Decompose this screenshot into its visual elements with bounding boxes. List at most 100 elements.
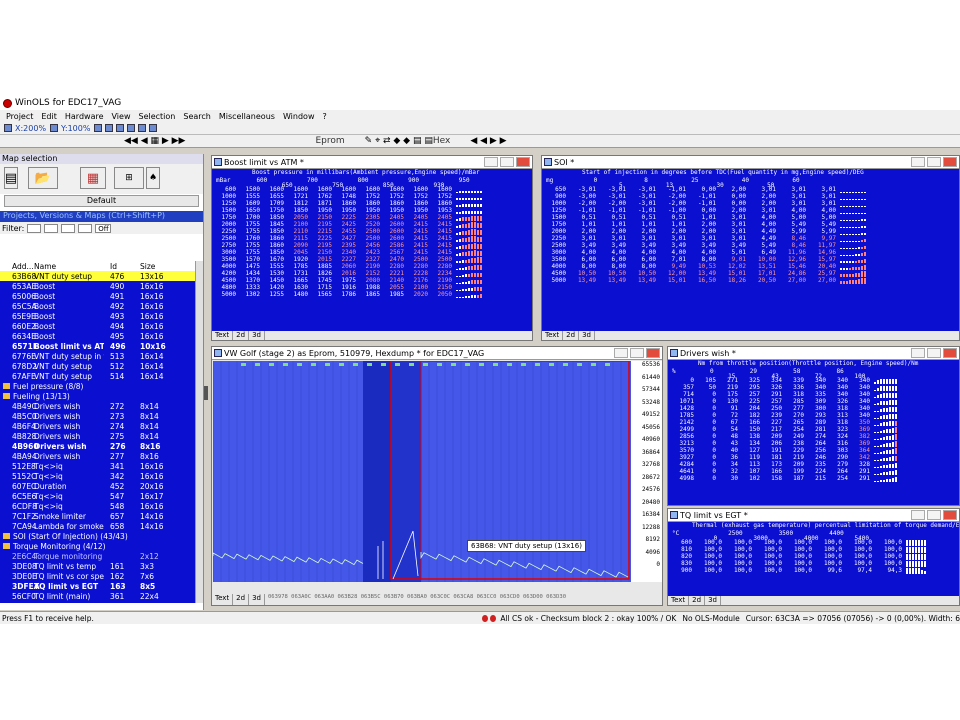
- map-cell[interactable]: 3,01: [778, 193, 808, 200]
- map-cell[interactable]: 2150: [430, 284, 454, 291]
- map-cell[interactable]: -2,00: [658, 193, 688, 200]
- map-cell[interactable]: 4,00: [658, 249, 688, 256]
- table-row[interactable]: 1071 0 130 225 257 285 309 326 340: [668, 398, 900, 405]
- col-address[interactable]: Add...: [0, 262, 34, 271]
- map-cell[interactable]: 2415: [406, 221, 430, 228]
- map-cell[interactable]: -1,01: [568, 207, 598, 214]
- map-cell[interactable]: 3,49: [568, 242, 598, 249]
- map-cell[interactable]: 1953: [430, 207, 454, 214]
- map-cell[interactable]: 2150: [310, 214, 334, 221]
- zoom-icon[interactable]: [50, 124, 59, 132]
- minimize-button[interactable]: [911, 510, 925, 520]
- map-cell[interactable]: 289: [806, 419, 828, 426]
- map-cell[interactable]: 9,49: [658, 263, 688, 270]
- map-cell[interactable]: 1885: [310, 263, 334, 270]
- map-cell[interactable]: 1760: [238, 235, 262, 242]
- map-cell[interactable]: 1333: [238, 284, 262, 291]
- map-cell[interactable]: 1745: [310, 277, 334, 284]
- table-row[interactable]: 3000 4,00 4,00 4,00 4,00 4,00 5,01 6,49 11,96 14,…: [542, 249, 869, 256]
- map-cell[interactable]: 2,00: [748, 200, 778, 207]
- table-row[interactable]: 3570 0 40 127 191 229 256 303 364: [668, 447, 900, 454]
- map-cell[interactable]: 100,0: [814, 546, 844, 553]
- map-cell[interactable]: 340: [850, 384, 872, 391]
- map-cell[interactable]: 8,00: [568, 263, 598, 270]
- table-row[interactable]: 1750 1700 1850 2050 2150 2225 2305 2405 2405 2405: [212, 214, 485, 221]
- map-cell[interactable]: 119: [740, 454, 762, 461]
- map-cell[interactable]: 2215: [310, 228, 334, 235]
- map-cell[interactable]: 4,00: [568, 249, 598, 256]
- map-cell[interactable]: 209: [784, 461, 806, 468]
- map-cell[interactable]: 2415: [430, 221, 454, 228]
- map-cell[interactable]: 3,01: [718, 214, 748, 221]
- map-cell[interactable]: 2234: [430, 270, 454, 277]
- map-cell[interactable]: 328: [850, 461, 872, 468]
- map-cell[interactable]: 100,0: [814, 560, 844, 567]
- maximize-button[interactable]: [927, 348, 941, 358]
- map-cell[interactable]: 100,0: [874, 546, 904, 553]
- table-row[interactable]: 3500 1570 1670 1920 2015 2227 2327 2470 2500 2500: [212, 256, 485, 263]
- map-cell[interactable]: 2415: [430, 249, 454, 256]
- map-cell[interactable]: 1715: [310, 284, 334, 291]
- map-cell[interactable]: 1860: [358, 200, 382, 207]
- map-cell[interactable]: 336: [784, 384, 806, 391]
- map-cell[interactable]: 2,00: [688, 221, 718, 228]
- table-row[interactable]: 2250 1755 1850 2110 2215 2455 2500 2600 2415 2415: [212, 228, 485, 235]
- map-cell[interactable]: 2600: [382, 221, 406, 228]
- map-cell[interactable]: 0: [696, 454, 718, 461]
- map-cell[interactable]: 113: [740, 461, 762, 468]
- tab-2d[interactable]: 2d: [563, 331, 580, 340]
- table-row[interactable]: 3500 6,00 6,00 6,00 7,01 8,00 9,01 10,00 12,96 15…: [542, 256, 869, 263]
- map-cell[interactable]: 369: [850, 426, 872, 433]
- map-cell[interactable]: 182: [740, 412, 762, 419]
- map-cell[interactable]: 2015: [310, 256, 334, 263]
- map-folder[interactable]: SOI (Start Of Injection) (43/43): [0, 531, 196, 541]
- map-cell[interactable]: 340: [828, 391, 850, 398]
- map-cell[interactable]: 15,01: [718, 270, 748, 277]
- map-cell[interactable]: 1750: [262, 207, 286, 214]
- map-cell[interactable]: 100,0: [724, 546, 754, 553]
- table-row[interactable]: 4000 1475 1555 1785 1885 2060 2190 2280 2280 2280: [212, 263, 485, 270]
- map-cell[interactable]: 2280: [430, 263, 454, 270]
- map-cell[interactable]: 2,00: [568, 228, 598, 235]
- table-row[interactable]: 900 -3,00 -3,01 -3,01 -2,00 -1,01 0,00 2,00 3,01…: [542, 193, 869, 200]
- map-cell[interactable]: 257: [740, 391, 762, 398]
- map-cell[interactable]: -1,01: [688, 200, 718, 207]
- map-list-item[interactable]: 678D2 VNT duty setup 512 16x14: [0, 361, 196, 371]
- table-row[interactable]: 1000 -2,00 -2,00 -3,01 -2,00 -1,01 0,00 2,00 3,0…: [542, 200, 869, 207]
- map-cell[interactable]: 5,49: [778, 221, 808, 228]
- map-cell[interactable]: 2045: [286, 249, 310, 256]
- map-cell[interactable]: 340: [850, 412, 872, 419]
- map-cell[interactable]: 1865: [358, 291, 382, 298]
- map-cell[interactable]: 0,51: [628, 214, 658, 221]
- map-cell[interactable]: 2500: [358, 228, 382, 235]
- table-row[interactable]: 4998 0 30 102 158 187 215 254 291: [668, 475, 900, 482]
- map-cell[interactable]: 279: [828, 461, 850, 468]
- map-cell[interactable]: 2060: [334, 263, 358, 270]
- map-cell[interactable]: 1752: [358, 193, 382, 200]
- map-list-item[interactable]: 65006 Boost 491 16x16: [0, 291, 196, 301]
- table-row[interactable]: 2000 2,00 2,00 2,00 2,00 2,00 3,01 4,49 5,99 5,99: [542, 228, 869, 235]
- map-cell[interactable]: 27,00: [778, 277, 808, 284]
- map-cell[interactable]: 1700: [238, 214, 262, 221]
- map-cell[interactable]: 1850: [286, 207, 310, 214]
- map-cell[interactable]: 1860: [334, 200, 358, 207]
- map-cell[interactable]: 1630: [286, 284, 310, 291]
- filter-field-icon[interactable]: [44, 223, 59, 233]
- map-cell[interactable]: 1,01: [628, 221, 658, 228]
- map-cell[interactable]: 150: [740, 426, 762, 433]
- map-cell[interactable]: 2100: [286, 221, 310, 228]
- map-cell[interactable]: 2115: [286, 235, 310, 242]
- map-cell[interactable]: 1650: [238, 207, 262, 214]
- map-cell[interactable]: 1950: [382, 207, 406, 214]
- table-row[interactable]: 2500 1760 1860 2115 2225 2427 2500 2600 2415 2415: [212, 235, 485, 242]
- map-cell[interactable]: 274: [806, 433, 828, 440]
- nav-arrows-icon[interactable]: ◀◀ ◀ ▦ ▶ ▶▶: [124, 136, 185, 146]
- map-cell[interactable]: 5,00: [808, 214, 838, 221]
- map-cell[interactable]: 1755: [238, 249, 262, 256]
- map-cell[interactable]: 309: [806, 398, 828, 405]
- map-cell[interactable]: 36: [718, 454, 740, 461]
- map-cell[interactable]: 100,0: [784, 567, 814, 574]
- map-cell[interactable]: 1812: [286, 200, 310, 207]
- zoom-y-field[interactable]: Y:100%: [61, 124, 90, 133]
- map-cell[interactable]: 20,40: [808, 263, 838, 270]
